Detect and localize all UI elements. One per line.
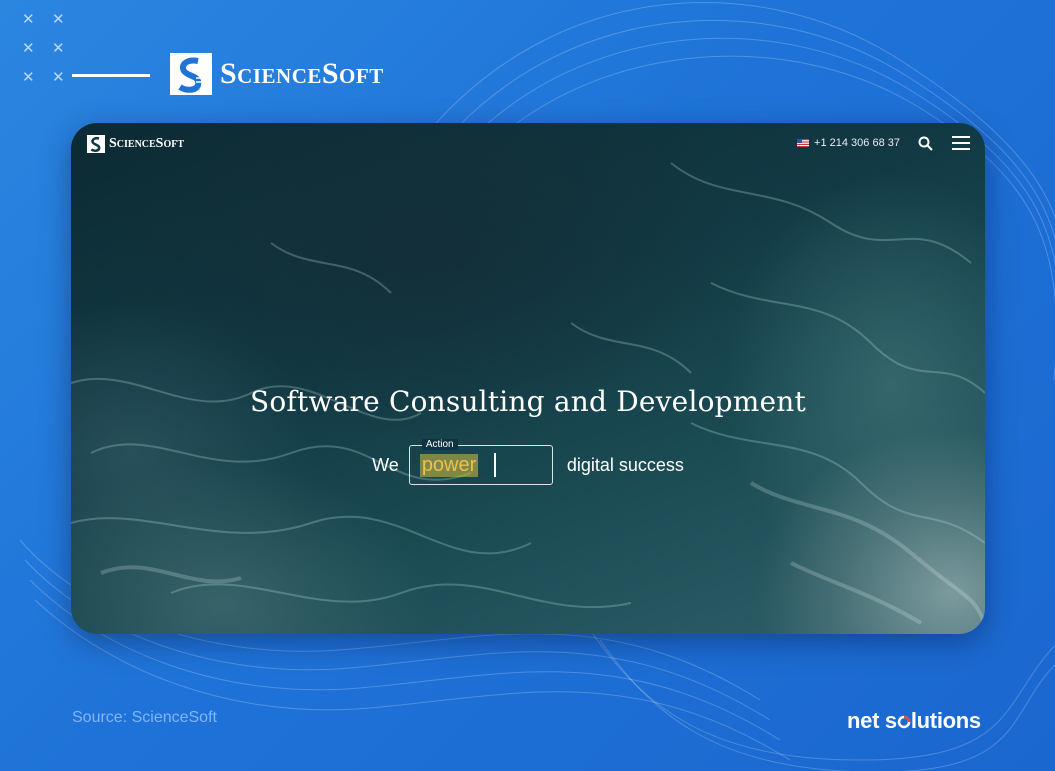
logo-wordmark: ScienceSoft bbox=[220, 57, 384, 90]
decorative-divider-line bbox=[72, 74, 150, 77]
source-caption: Source: ScienceSoft bbox=[72, 709, 217, 726]
brand-text-part2: lutions bbox=[910, 708, 981, 733]
action-field-value: power bbox=[419, 454, 479, 477]
hamburger-menu-icon[interactable] bbox=[951, 135, 971, 151]
tagline-suffix: digital success bbox=[566, 454, 684, 475]
action-field[interactable]: Action power bbox=[408, 439, 553, 485]
action-field-label: Action bbox=[421, 439, 458, 450]
brand-o-icon bbox=[897, 715, 911, 729]
hero-tagline: We Action power digital success bbox=[71, 439, 985, 485]
net-solutions-logo: net s lutions bbox=[847, 708, 981, 734]
sciencesoft-logo-icon bbox=[87, 135, 105, 153]
decorative-x-pattern: ✕ ✕ ✕ ✕ ✕ ✕ bbox=[22, 10, 65, 86]
hero-title: Software Consulting and Development bbox=[249, 385, 806, 418]
site-nav-right: +1 214 306 68 37 bbox=[797, 135, 971, 151]
tagline-prefix: We bbox=[372, 454, 399, 475]
text-caret bbox=[493, 453, 496, 477]
brand-text-part1: net s bbox=[847, 708, 897, 733]
us-flag-icon bbox=[797, 139, 810, 147]
sciencesoft-header-logo: ScienceSoft bbox=[170, 53, 384, 95]
sciencesoft-logo-icon bbox=[170, 53, 212, 95]
ocean-foam-texture bbox=[71, 162, 985, 625]
phone-number-link[interactable]: +1 214 306 68 37 bbox=[814, 137, 900, 149]
site-logo[interactable]: ScienceSoft bbox=[87, 135, 184, 153]
site-logo-text: ScienceSoft bbox=[109, 136, 185, 151]
search-icon[interactable] bbox=[918, 136, 933, 151]
website-screenshot-card: ScienceSoft +1 214 306 68 37 Software Co… bbox=[71, 123, 985, 634]
